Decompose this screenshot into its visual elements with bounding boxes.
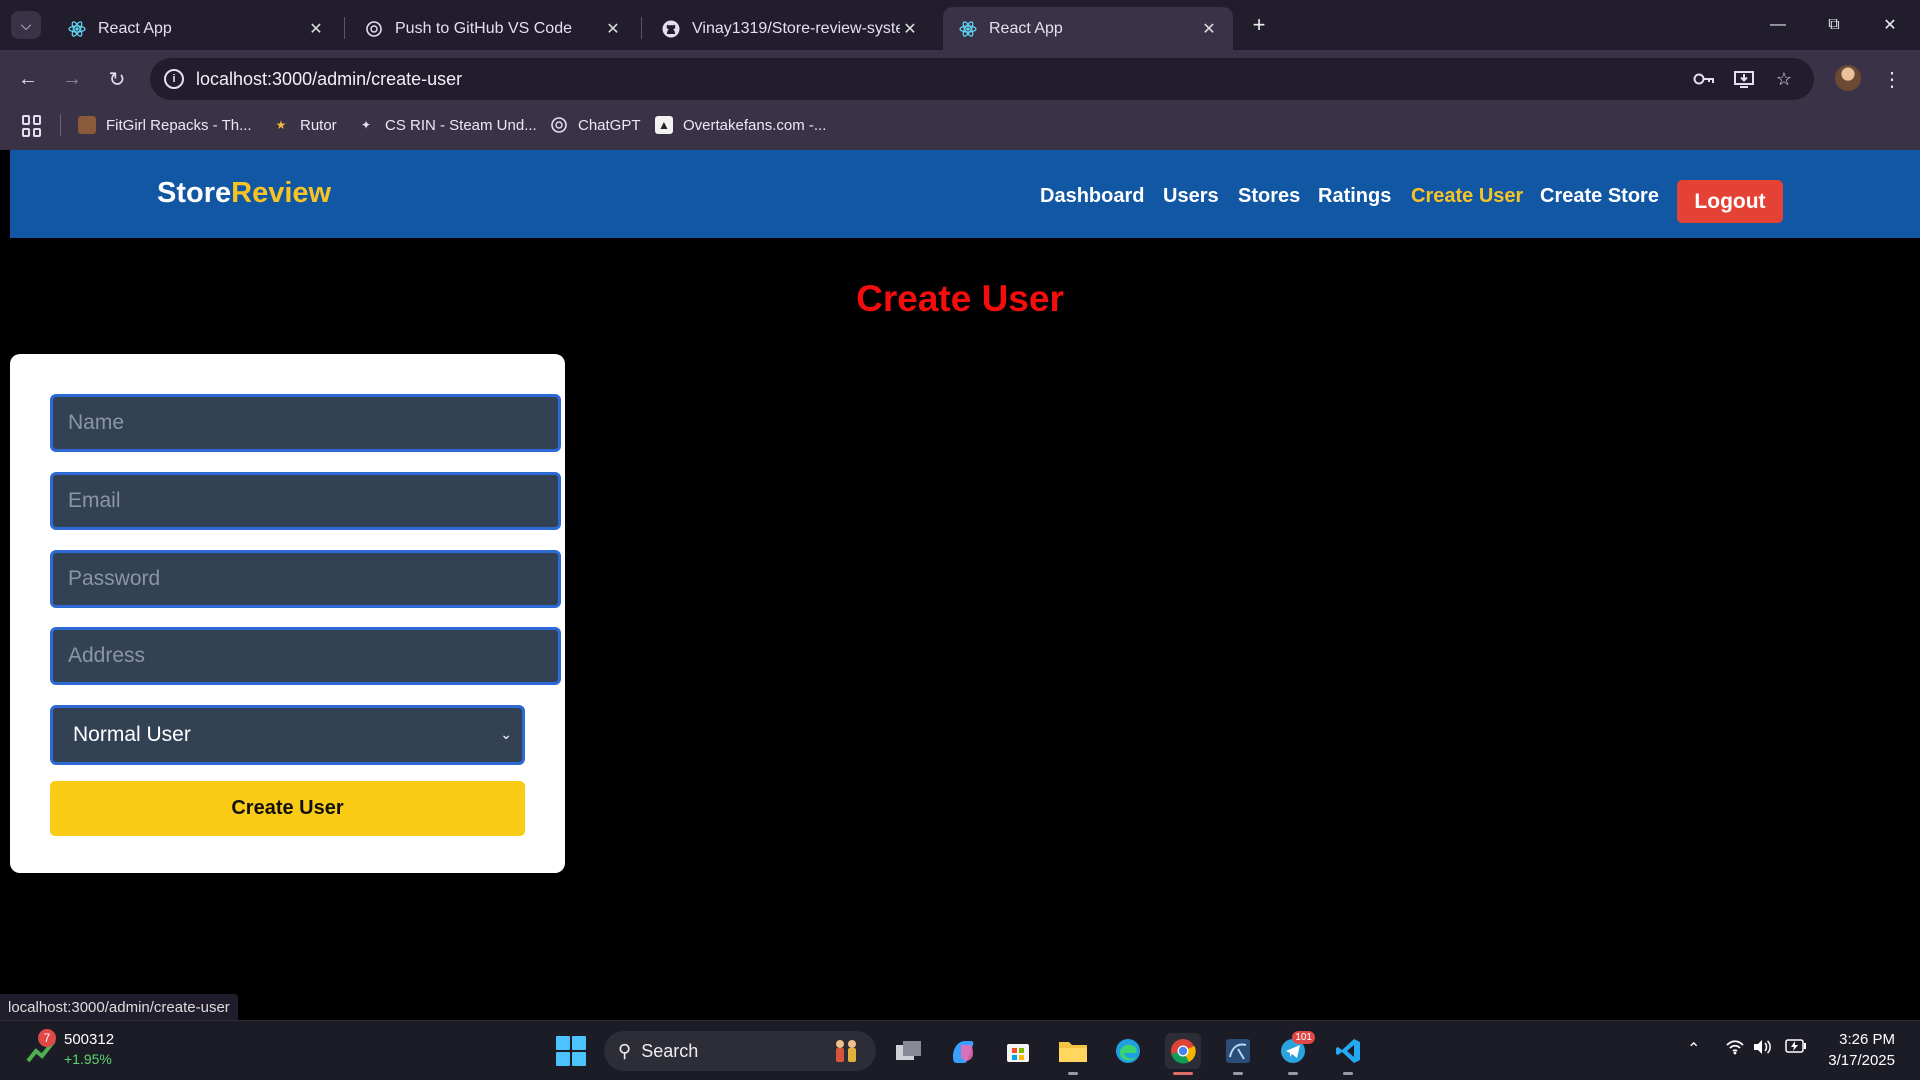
file-explorer-icon[interactable] xyxy=(1055,1033,1091,1075)
brand-main: Store xyxy=(157,177,232,209)
email-input[interactable] xyxy=(50,472,561,530)
minimize-button[interactable]: — xyxy=(1750,0,1806,50)
bookmark-label: ChatGPT xyxy=(578,116,641,134)
nav-stores[interactable]: Stores xyxy=(1238,185,1300,208)
edge-icon[interactable] xyxy=(1110,1033,1146,1069)
name-input[interactable] xyxy=(50,394,561,452)
password-key-icon[interactable] xyxy=(1692,67,1716,91)
nav-ratings[interactable]: Ratings xyxy=(1318,185,1391,208)
csrin-favicon-icon: ✦ xyxy=(360,118,372,132)
stock-value[interactable]: 500312 xyxy=(64,1031,114,1048)
fitgirl-favicon-icon xyxy=(78,116,96,134)
react-icon xyxy=(68,20,86,38)
chevron-down-icon: ⌄ xyxy=(500,726,512,742)
nav-create-user[interactable]: Create User xyxy=(1411,185,1523,208)
tab-title: React App xyxy=(98,19,172,37)
page-viewport: StoreReview Dashboard Users Stores Ratin… xyxy=(0,150,1920,1020)
search-label: Search xyxy=(641,1040,699,1061)
taskbar: 7 500312 +1.95% ⚲ Search 101 ⌃ 3:26 PM 3… xyxy=(0,1020,1920,1080)
task-view-icon[interactable] xyxy=(891,1033,927,1069)
browser-tab[interactable]: React App ✕ xyxy=(52,7,340,50)
copilot-icon[interactable] xyxy=(945,1033,981,1069)
nav-users[interactable]: Users xyxy=(1163,185,1219,208)
telegram-badge: 101 xyxy=(1292,1031,1315,1044)
bookmark-rutor[interactable]: ★ Rutor xyxy=(272,113,337,137)
password-input[interactable] xyxy=(50,550,561,608)
chatgpt-icon xyxy=(550,116,568,134)
address-bar[interactable]: i localhost:3000/admin/create-user ☆ xyxy=(150,58,1814,100)
url-text[interactable]: localhost:3000/admin/create-user xyxy=(196,69,462,90)
brand-logo[interactable]: StoreReview xyxy=(157,177,331,210)
taskbar-search[interactable]: ⚲ Search xyxy=(604,1031,876,1071)
bookmark-overtakefans[interactable]: ▲ Overtakefans.com -... xyxy=(655,113,826,137)
close-icon[interactable]: ✕ xyxy=(306,19,326,39)
search-highlight-icon xyxy=(836,1040,856,1062)
wifi-icon[interactable] xyxy=(1725,1039,1745,1060)
bookmark-star-icon[interactable]: ☆ xyxy=(1772,67,1796,91)
tab-title: React App xyxy=(989,19,1063,37)
create-user-button[interactable]: Create User xyxy=(50,781,525,836)
stock-badge: 7 xyxy=(38,1029,56,1047)
new-tab-button[interactable]: + xyxy=(1246,12,1272,38)
status-bar-url: localhost:3000/admin/create-user xyxy=(0,994,238,1020)
rutor-favicon-icon: ★ xyxy=(275,118,287,132)
reload-icon[interactable]: ↻ xyxy=(102,64,132,94)
close-icon[interactable]: ✕ xyxy=(603,19,623,39)
browser-tab[interactable]: Vinay1319/Store-review-system ✕ xyxy=(646,7,934,50)
mysql-workbench-icon[interactable] xyxy=(1220,1033,1256,1075)
menu-icon[interactable]: ⋮ xyxy=(1882,64,1902,94)
bookmark-label: Rutor xyxy=(300,116,337,134)
app-navbar: StoreReview Dashboard Users Stores Ratin… xyxy=(10,150,1920,238)
chatgpt-icon xyxy=(365,20,383,38)
bookmark-label: FitGirl Repacks - Th... xyxy=(106,116,252,134)
bookmark-label: CS RIN - Steam Und... xyxy=(385,116,537,134)
stock-change: +1.95% xyxy=(64,1051,112,1067)
chevron-up-icon[interactable]: ⌃ xyxy=(1687,1039,1700,1059)
forward-icon[interactable]: → xyxy=(57,64,87,94)
apps-grid-icon[interactable] xyxy=(22,115,44,137)
react-icon xyxy=(959,20,977,38)
tab-search-button[interactable]: ⌵ xyxy=(11,11,41,39)
nav-create-store[interactable]: Create Store xyxy=(1540,185,1659,208)
logout-button[interactable]: Logout xyxy=(1677,180,1783,223)
browser-tab-active[interactable]: React App ✕ xyxy=(943,7,1233,50)
overtakefans-favicon-icon: ▲ xyxy=(655,116,673,134)
bookmark-csrin[interactable]: ✦ CS RIN - Steam Und... xyxy=(357,113,537,137)
tab-title: Vinay1319/Store-review-system xyxy=(692,19,900,37)
telegram-icon[interactable]: 101 xyxy=(1275,1031,1315,1075)
chrome-icon[interactable] xyxy=(1165,1033,1201,1075)
close-icon[interactable]: ✕ xyxy=(1199,19,1219,39)
vscode-icon[interactable] xyxy=(1330,1033,1366,1075)
clock-time[interactable]: 3:26 PM xyxy=(1839,1031,1895,1048)
bookmark-label: Overtakefans.com -... xyxy=(683,116,827,134)
profile-avatar[interactable] xyxy=(1835,65,1861,91)
create-user-form: Normal User ⌄ Create User xyxy=(10,354,565,873)
role-select[interactable]: Normal User ⌄ xyxy=(50,705,525,765)
github-icon xyxy=(662,20,680,38)
restore-button[interactable]: ⧉ xyxy=(1806,0,1862,50)
microsoft-store-icon[interactable] xyxy=(1000,1033,1036,1069)
volume-icon[interactable] xyxy=(1752,1039,1772,1060)
tab-strip: ⌵ React App ✕ Push to GitHub VS Code ✕ V… xyxy=(0,0,1920,50)
site-info-icon[interactable]: i xyxy=(164,69,184,89)
role-selected-value: Normal User xyxy=(73,723,191,746)
clock-date[interactable]: 3/17/2025 xyxy=(1828,1052,1895,1069)
browser-tab[interactable]: Push to GitHub VS Code ✕ xyxy=(349,7,637,50)
page-title: Create User xyxy=(856,278,1064,319)
battery-icon[interactable] xyxy=(1785,1039,1807,1058)
search-icon: ⚲ xyxy=(618,1040,632,1061)
close-window-button[interactable]: ✕ xyxy=(1862,0,1918,50)
brand-accent: Review xyxy=(231,177,332,209)
back-icon[interactable]: ← xyxy=(13,64,43,94)
close-icon[interactable]: ✕ xyxy=(900,19,920,39)
address-input[interactable] xyxy=(50,627,561,685)
tab-title: Push to GitHub VS Code xyxy=(395,19,572,37)
windows-start-icon[interactable] xyxy=(556,1036,586,1066)
bookmark-fitgirl[interactable]: FitGirl Repacks - Th... xyxy=(78,113,252,137)
bookmark-chatgpt[interactable]: ChatGPT xyxy=(550,113,641,137)
install-app-icon[interactable] xyxy=(1732,67,1756,91)
nav-dashboard[interactable]: Dashboard xyxy=(1040,185,1144,208)
